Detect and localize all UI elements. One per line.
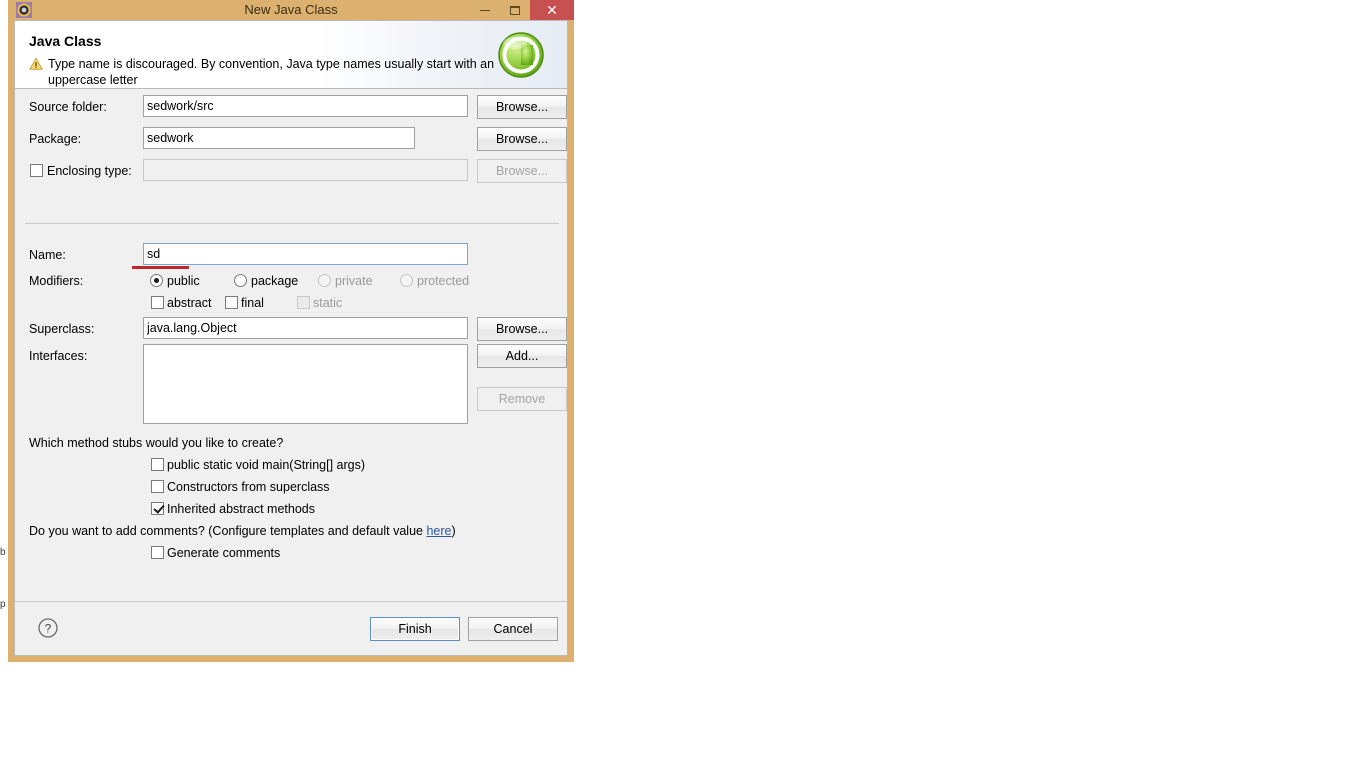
dialog-body: Java Class Type name is discouraged. By …: [14, 20, 568, 656]
superclass-browse-button[interactable]: Browse...: [477, 317, 567, 341]
modifier-label-protected: protected: [417, 274, 470, 288]
modifier-checkbox-final[interactable]: [225, 296, 238, 309]
superclass-label: Superclass:: [29, 322, 95, 336]
modifiers-row: Modifiers: public package private protec…: [15, 269, 567, 293]
maximize-icon[interactable]: [500, 0, 530, 20]
minimize-icon[interactable]: [470, 0, 500, 20]
screen: b p New Java Class ✕ Java Class Type nam…: [0, 0, 1366, 768]
enclosing-type-input[interactable]: [143, 159, 468, 181]
modifier-radio-private: [318, 274, 331, 287]
comments-question-row: Do you want to add comments? (Configure …: [15, 519, 567, 543]
stub-label-inherited: Inherited abstract methods: [167, 502, 315, 516]
configure-templates-link[interactable]: here: [426, 524, 451, 538]
title-bar[interactable]: New Java Class ✕: [8, 0, 574, 20]
modifier-radio-package[interactable]: [234, 274, 247, 287]
modifier-checkbox-abstract[interactable]: [151, 296, 164, 309]
package-input[interactable]: [143, 127, 415, 149]
stub-constructors-row: Constructors from superclass: [15, 475, 567, 499]
method-stubs-question-row: Which method stubs would you like to cre…: [15, 431, 567, 455]
comments-question-suffix: ): [451, 524, 456, 538]
background-text-fragment: p: [0, 599, 6, 610]
package-label: Package:: [29, 132, 82, 146]
background-text-fragment: b: [0, 547, 6, 558]
enclosing-type-row: Enclosing type: Browse...: [15, 159, 567, 183]
page-title: Java Class: [29, 33, 102, 49]
window-controls: ✕: [470, 0, 574, 20]
modifier-label-final: final: [241, 296, 264, 310]
modifier-label-public: public: [167, 274, 200, 288]
interfaces-add-button[interactable]: Add...: [477, 344, 567, 368]
stub-label-main: public static void main(String[] args): [167, 458, 365, 472]
stub-inherited-row: Inherited abstract methods: [15, 497, 567, 521]
modifier-label-static: static: [313, 296, 343, 310]
modifier-label-package: package: [251, 274, 299, 288]
superclass-input[interactable]: [143, 317, 468, 339]
status-message: Type name is discouraged. By convention,…: [48, 57, 495, 87]
modifier-label-abstract: abstract: [167, 296, 212, 310]
help-icon[interactable]: ?: [37, 617, 59, 639]
generate-comments-label: Generate comments: [167, 546, 281, 560]
dialog-footer: ? Finish Cancel: [15, 601, 567, 655]
generate-comments-row: Generate comments: [15, 541, 567, 565]
stub-main-row: public static void main(String[] args): [15, 453, 567, 477]
comments-question: Do you want to add comments? (Configure …: [29, 519, 456, 543]
interfaces-label: Interfaces:: [29, 349, 88, 363]
interfaces-remove-button: Remove: [477, 387, 567, 411]
source-folder-label: Source folder:: [29, 100, 107, 114]
stub-checkbox-inherited[interactable]: [151, 502, 164, 515]
interfaces-list[interactable]: [143, 344, 468, 424]
modifier-checkbox-static: [297, 296, 310, 309]
enclosing-type-checkbox[interactable]: [30, 164, 43, 177]
finish-button[interactable]: Finish: [370, 617, 460, 641]
package-browse-button[interactable]: Browse...: [477, 127, 567, 151]
warning-icon: [29, 57, 43, 76]
modifier-label-private: private: [335, 274, 373, 288]
name-label: Name:: [29, 248, 66, 262]
background-window-strip: b p: [0, 0, 8, 668]
svg-text:?: ?: [45, 622, 52, 636]
modifier-radio-protected: [400, 274, 413, 287]
method-stubs-question: Which method stubs would you like to cre…: [29, 436, 284, 450]
comments-question-prefix: Do you want to add comments? (Configure …: [29, 524, 427, 538]
stub-checkbox-main[interactable]: [151, 458, 164, 471]
stub-label-constructors: Constructors from superclass: [167, 480, 330, 494]
cancel-button[interactable]: Cancel: [468, 617, 558, 641]
interfaces-row: Interfaces: Add... Remove: [15, 344, 567, 424]
source-folder-row: Source folder: Browse...: [15, 95, 567, 119]
status-message-row: Type name is discouraged. By convention,…: [29, 56, 499, 88]
new-java-class-dialog: New Java Class ✕ Java Class Type name is…: [8, 0, 574, 662]
modifier-radio-public[interactable]: [150, 274, 163, 287]
stub-checkbox-constructors[interactable]: [151, 480, 164, 493]
enclosing-type-browse-button: Browse...: [477, 159, 567, 183]
divider: [25, 223, 559, 224]
package-row: Package: Browse...: [15, 127, 567, 151]
source-folder-input[interactable]: [143, 95, 468, 117]
superclass-row: Superclass: Browse...: [15, 317, 567, 341]
java-class-wizard-icon: [495, 29, 547, 81]
name-row: Name:: [15, 243, 567, 269]
close-icon[interactable]: ✕: [530, 0, 574, 20]
wizard-banner: Java Class Type name is discouraged. By …: [15, 21, 567, 89]
modifiers-label: Modifiers:: [29, 274, 84, 288]
source-folder-browse-button[interactable]: Browse...: [477, 95, 567, 119]
form-content: Source folder: Browse... Package: Browse…: [15, 89, 567, 634]
generate-comments-checkbox[interactable]: [151, 546, 164, 559]
name-input[interactable]: [143, 243, 468, 265]
enclosing-type-label: Enclosing type:: [47, 164, 132, 178]
modifier-flags-row: abstract final static: [15, 291, 567, 315]
